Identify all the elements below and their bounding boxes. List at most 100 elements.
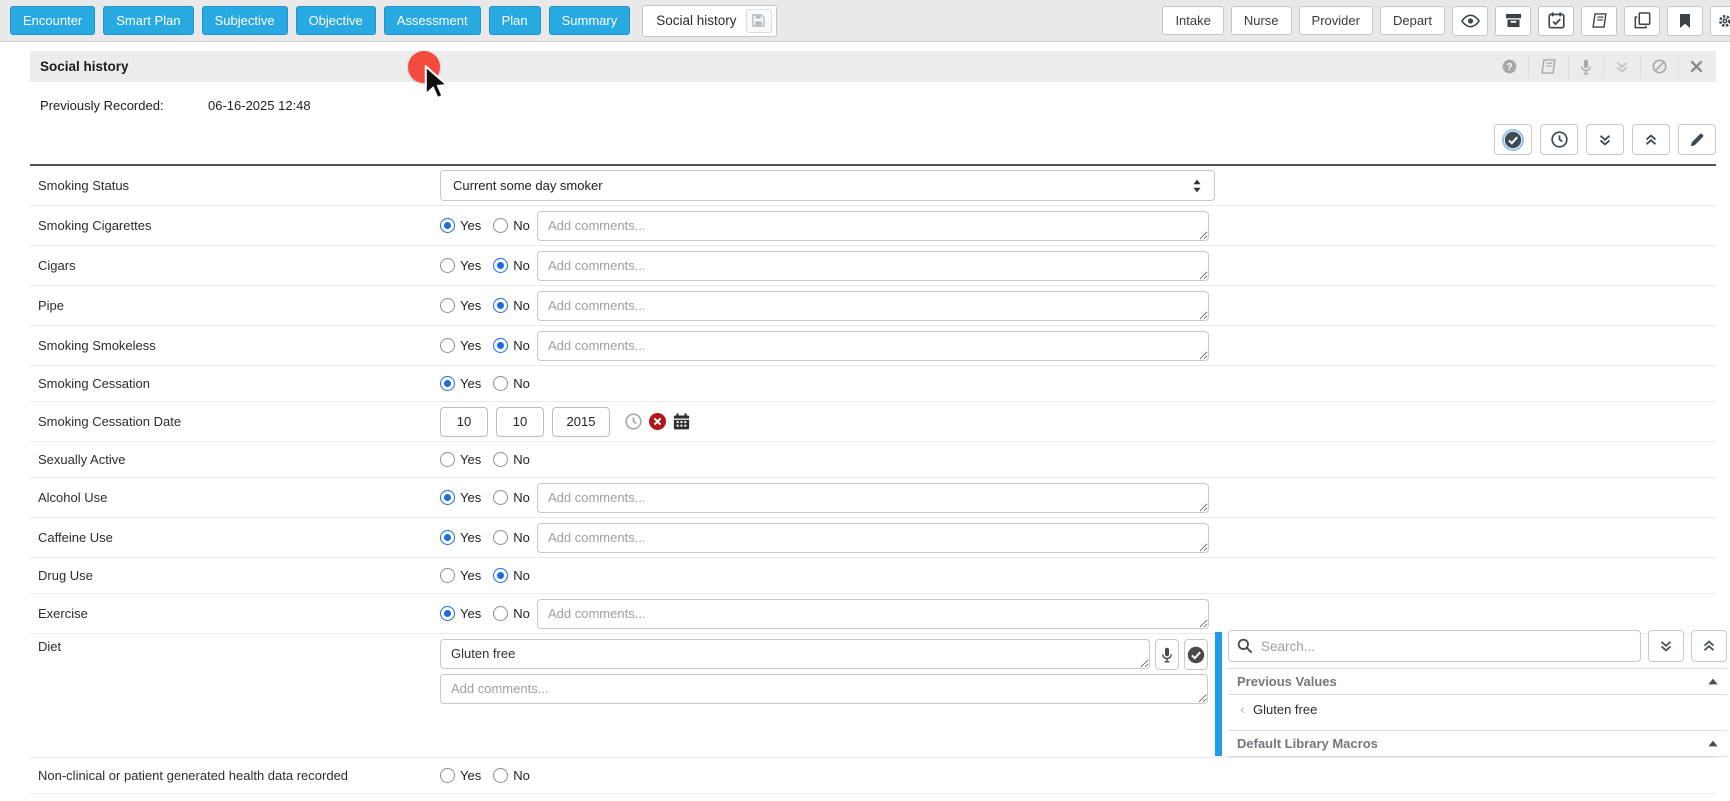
radio-yes[interactable] xyxy=(440,258,455,273)
diet-comments-input[interactable] xyxy=(440,674,1208,704)
check-circle-action-button[interactable] xyxy=(1494,124,1532,155)
radio-yes[interactable] xyxy=(440,490,455,505)
radio-no[interactable] xyxy=(493,768,508,783)
stage-button-depart[interactable]: Depart xyxy=(1380,6,1445,35)
stage-button-intake[interactable]: Intake xyxy=(1162,6,1223,35)
tab-social-history[interactable]: Social history xyxy=(642,5,776,37)
radio-option-no[interactable]: No xyxy=(493,218,530,233)
radio-option-yes[interactable]: Yes xyxy=(440,298,481,313)
clock-action-button[interactable] xyxy=(1540,124,1578,155)
header-microphone-button[interactable] xyxy=(1568,54,1603,80)
eye-button[interactable] xyxy=(1452,6,1488,36)
radio-yes[interactable] xyxy=(440,568,455,583)
comments-input[interactable] xyxy=(537,483,1209,513)
chevrons-down-action-button[interactable] xyxy=(1586,124,1624,155)
date-day-input[interactable] xyxy=(496,407,544,437)
radio-option-yes[interactable]: Yes xyxy=(440,258,481,273)
radio-yes[interactable] xyxy=(440,606,455,621)
radio-option-yes[interactable]: Yes xyxy=(440,606,481,621)
radio-option-no[interactable]: No xyxy=(493,376,530,391)
radio-yes[interactable] xyxy=(440,298,455,313)
section-header-previous-values[interactable]: Previous Values xyxy=(1228,668,1727,695)
clock-button[interactable] xyxy=(625,413,642,430)
radio-yes[interactable] xyxy=(440,452,455,467)
archive-button[interactable] xyxy=(1495,6,1531,36)
radio-no[interactable] xyxy=(493,490,508,505)
save-tab-button[interactable] xyxy=(746,9,772,33)
nav-button-plan[interactable]: Plan xyxy=(489,6,541,35)
panel-chevrons-up-button[interactable] xyxy=(1691,630,1727,662)
comments-input[interactable] xyxy=(537,211,1209,241)
comments-input[interactable] xyxy=(537,251,1209,281)
comments-input[interactable] xyxy=(537,331,1209,361)
radio-no[interactable] xyxy=(493,452,508,467)
smoking-status-select[interactable]: Current some day smoker xyxy=(440,170,1215,201)
radio-option-no[interactable]: No xyxy=(493,768,530,783)
radio-option-yes[interactable]: Yes xyxy=(440,376,481,391)
radio-option-no[interactable]: No xyxy=(493,530,530,545)
diet-input[interactable] xyxy=(440,639,1150,669)
panel-chevrons-down-button[interactable] xyxy=(1648,630,1684,662)
check-circle-mini-button[interactable] xyxy=(1184,639,1208,670)
copy-button[interactable] xyxy=(1624,6,1660,36)
radio-option-no[interactable]: No xyxy=(493,452,530,467)
nav-button-summary[interactable]: Summary xyxy=(549,6,631,35)
radio-option-yes[interactable]: Yes xyxy=(440,452,481,467)
section-header-default-library-macros[interactable]: Default Library Macros xyxy=(1228,730,1727,757)
radio-option-no[interactable]: No xyxy=(493,568,530,583)
radio-option-yes[interactable]: Yes xyxy=(440,490,481,505)
comments-input[interactable] xyxy=(537,599,1209,629)
bookmark-button[interactable] xyxy=(1667,6,1703,36)
nav-button-smart-plan[interactable]: Smart Plan xyxy=(103,6,193,35)
chevrons-up-action-button[interactable] xyxy=(1632,124,1670,155)
radio-no[interactable] xyxy=(493,298,508,313)
nav-button-assessment[interactable]: Assessment xyxy=(384,6,481,35)
radio-option-yes[interactable]: Yes xyxy=(440,218,481,233)
comments-input[interactable] xyxy=(537,291,1209,321)
radio-option-no[interactable]: No xyxy=(493,606,530,621)
radio-no[interactable] xyxy=(493,376,508,391)
radio-option-no[interactable]: No xyxy=(493,298,530,313)
calendar-button[interactable] xyxy=(673,413,690,430)
stage-button-provider[interactable]: Provider xyxy=(1299,6,1373,35)
radio-option-no[interactable]: No xyxy=(493,490,530,505)
radio-no[interactable] xyxy=(493,338,508,353)
calendar-check-button[interactable] xyxy=(1538,6,1574,36)
microphone-mini-button[interactable] xyxy=(1155,639,1179,670)
nav-button-encounter[interactable]: Encounter xyxy=(10,6,95,35)
book-button[interactable] xyxy=(1581,6,1617,36)
radio-option-yes[interactable]: Yes xyxy=(440,530,481,545)
radio-yes[interactable] xyxy=(440,376,455,391)
radio-option-yes[interactable]: Yes xyxy=(440,338,481,353)
date-month-input[interactable] xyxy=(440,407,488,437)
radio-option-yes[interactable]: Yes xyxy=(440,768,481,783)
nav-button-objective[interactable]: Objective xyxy=(296,6,376,35)
header-book-button[interactable] xyxy=(1528,54,1568,79)
gears-button[interactable] xyxy=(1710,6,1730,36)
nav-button-subjective[interactable]: Subjective xyxy=(202,6,288,35)
radio-option-no[interactable]: No xyxy=(493,338,530,353)
radio-option-yes[interactable]: Yes xyxy=(440,568,481,583)
radio-yes[interactable] xyxy=(440,530,455,545)
previous-value-item[interactable]: ‹Gluten free xyxy=(1228,695,1727,724)
radio-no[interactable] xyxy=(493,258,508,273)
search-input[interactable] xyxy=(1228,630,1641,662)
radio-no[interactable] xyxy=(493,606,508,621)
header-chevrons-down-button[interactable] xyxy=(1603,55,1640,79)
radio-no[interactable] xyxy=(493,218,508,233)
stage-button-nurse[interactable]: Nurse xyxy=(1231,6,1292,35)
radio-yes[interactable] xyxy=(440,768,455,783)
comments-input[interactable] xyxy=(537,523,1209,553)
yes-no-radio-group: Yes No xyxy=(440,606,537,621)
remove-button[interactable] xyxy=(649,413,666,430)
pencil-action-button[interactable] xyxy=(1678,124,1716,155)
radio-option-no[interactable]: No xyxy=(493,258,530,273)
header-close-button[interactable] xyxy=(1678,55,1714,78)
header-help-button[interactable]: ? xyxy=(1491,54,1528,79)
radio-yes[interactable] xyxy=(440,218,455,233)
radio-no[interactable] xyxy=(493,530,508,545)
radio-yes[interactable] xyxy=(440,338,455,353)
radio-no[interactable] xyxy=(493,568,508,583)
header-ban-button[interactable] xyxy=(1640,54,1678,79)
date-year-input[interactable] xyxy=(552,407,610,437)
